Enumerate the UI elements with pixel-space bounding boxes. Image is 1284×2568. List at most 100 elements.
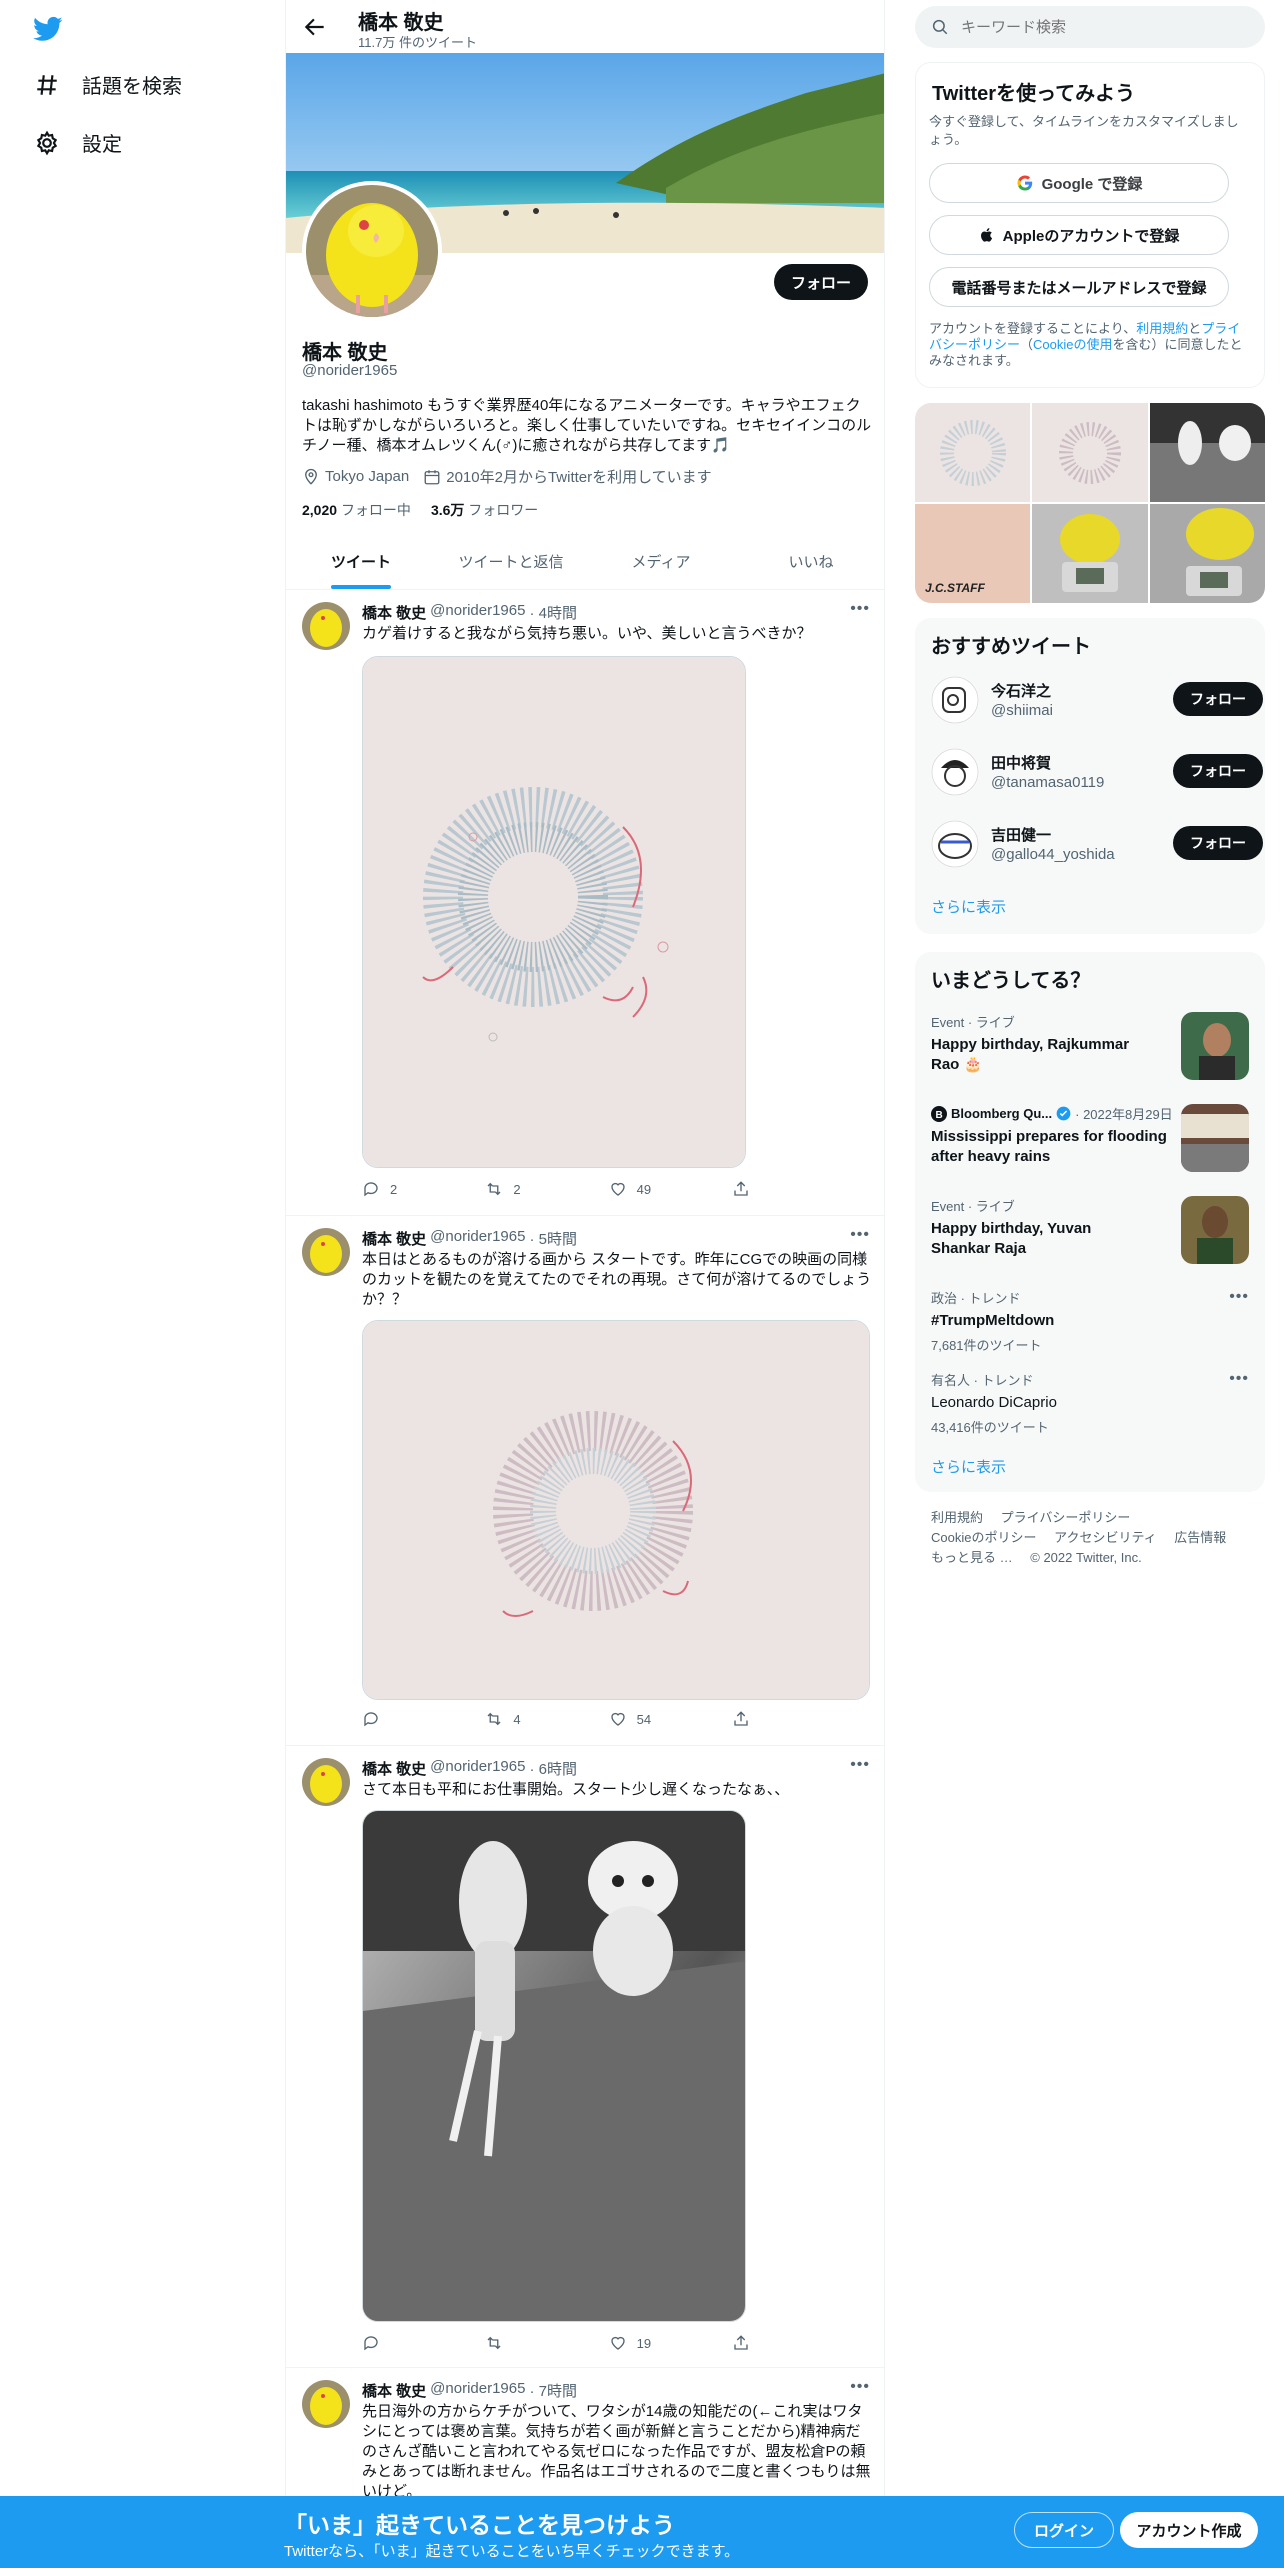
followers-link[interactable]: 3.6万 フォロワー (431, 500, 538, 520)
recommended-show-more[interactable]: さらに表示 (931, 896, 1006, 917)
tab-tweets-replies[interactable]: ツイートと返信 (436, 537, 586, 589)
retweet-button[interactable]: 2 (485, 1180, 545, 1198)
trend-item[interactable]: B Bloomberg Qu... · 2022年8月29日 Mississip… (931, 1104, 1249, 1184)
avatar[interactable] (302, 1228, 350, 1276)
more-icon[interactable]: ••• (850, 1756, 870, 1774)
avatar[interactable] (302, 602, 350, 650)
nav-explore[interactable]: 話題を検索 (34, 70, 182, 99)
reply-button[interactable] (362, 1710, 422, 1728)
tweet-1[interactable]: 橋本 敬史 @norider1965 · 4時間 ••• カゲ着けすると我ながら… (286, 590, 884, 1216)
follow-button[interactable]: フォロー (1173, 826, 1263, 860)
more-icon[interactable]: ••• (1229, 1370, 1249, 1388)
footer-privacy[interactable]: プライバシーポリシー (1001, 1510, 1131, 1525)
recommended-user[interactable]: 今石洋之 @shiimai フォロー (931, 672, 1263, 728)
like-button[interactable]: 49 (609, 1180, 669, 1198)
tweet-author[interactable]: 橋本 敬史 (362, 1758, 426, 1779)
more-icon[interactable]: ••• (850, 1226, 870, 1244)
tweet-image[interactable] (362, 1320, 870, 1700)
retweet-button[interactable] (485, 2334, 545, 2352)
media-thumb[interactable] (1149, 504, 1265, 603)
tweet-3[interactable]: 橋本 敬史 @norider1965 · 6時間 ••• さて本日も平和にお仕事… (286, 1746, 884, 2368)
profile-location-text: Tokyo Japan (325, 468, 410, 485)
google-signup-button[interactable]: Google で登録 (929, 163, 1229, 203)
footer-cookie[interactable]: Cookieのポリシー (931, 1530, 1036, 1545)
follow-button[interactable]: フォロー (1173, 682, 1263, 716)
tweet-image[interactable] (362, 1810, 746, 2322)
avatar[interactable] (931, 748, 979, 796)
recommended-user[interactable]: 田中将賀 @tanamasa0119 フォロー (931, 744, 1263, 800)
more-icon[interactable]: ••• (1229, 1288, 1249, 1306)
apple-signup-button[interactable]: Appleのアカウントで登録 (929, 215, 1229, 255)
tweet-author[interactable]: 橋本 敬史 (362, 602, 426, 623)
avatar[interactable] (931, 676, 979, 724)
recommended-name: 吉田健一 (991, 827, 1052, 844)
share-button[interactable] (732, 1710, 792, 1728)
tweet-actions: 2 2 49 (362, 1180, 792, 1198)
profile-location: Tokyo Japan (302, 468, 409, 486)
tab-likes[interactable]: いいね (736, 537, 884, 589)
more-icon[interactable]: ••• (850, 2378, 870, 2396)
tweet-2[interactable]: 橋本 敬史 @norider1965 · 5時間 ••• 本日はとあるものが溶け… (286, 1216, 884, 1746)
search-input[interactable] (961, 18, 1241, 36)
location-pin-icon (305, 468, 317, 485)
footer-more[interactable]: もっと見る … (931, 1550, 1013, 1565)
avatar[interactable] (931, 820, 979, 868)
trend-title: #TrumpMeltdown (931, 1312, 1055, 1329)
recommended-user[interactable]: 吉田健一 @gallo44_yoshida フォロー (931, 816, 1263, 872)
tweet-time[interactable]: · 5時間 (529, 1228, 577, 1249)
cookie-link[interactable]: Cookieの使用 (1033, 337, 1112, 352)
follow-button[interactable]: フォロー (774, 264, 868, 300)
media-thumb[interactable] (1032, 504, 1148, 603)
trend-item[interactable]: Event · ライブ Happy birthday, Rajkummar Ra… (931, 1012, 1249, 1092)
retweet-button[interactable]: 4 (485, 1710, 545, 1728)
share-icon (734, 1711, 748, 1726)
tweet-time[interactable]: · 4時間 (529, 602, 577, 623)
verified-badge-icon (1056, 1106, 1071, 1121)
trend-item[interactable]: 政治 · トレンド #TrumpMeltdown 7,681件のツイート ••• (931, 1288, 1249, 1358)
like-button[interactable]: 19 (609, 2334, 669, 2352)
recommended-handle: @gallo44_yoshida (991, 846, 1115, 863)
back-arrow-icon[interactable] (302, 14, 328, 40)
media-thumb[interactable] (1032, 403, 1148, 502)
footer-terms[interactable]: 利用規約 (931, 1510, 983, 1525)
bottom-bar-title: 「いま」起きていることを見つけよう (284, 2512, 675, 2538)
search-box[interactable] (915, 6, 1265, 48)
terms-link[interactable]: 利用規約 (1136, 321, 1188, 336)
media-thumb[interactable] (1149, 403, 1265, 502)
trend-image[interactable] (1181, 1104, 1249, 1172)
more-icon[interactable]: ••• (850, 600, 870, 618)
nav-settings[interactable]: 設定 (34, 128, 122, 157)
tweet-time[interactable]: · 7時間 (529, 2380, 577, 2401)
trend-item[interactable]: 有名人 · トレンド Leonardo DiCaprio 43,416件のツイー… (931, 1370, 1249, 1440)
tab-tweets[interactable]: ツイート (286, 537, 436, 589)
signup-button[interactable]: アカウント作成 (1120, 2512, 1258, 2548)
avatar[interactable] (302, 1758, 350, 1806)
twitter-bird-icon[interactable] (32, 14, 64, 44)
profile-avatar[interactable] (302, 181, 442, 321)
follow-button[interactable]: フォロー (1173, 754, 1263, 788)
login-button[interactable]: ログイン (1014, 2512, 1114, 2548)
tab-media[interactable]: メディア (586, 537, 736, 589)
media-thumb[interactable] (915, 403, 1031, 502)
tweet-image[interactable] (362, 656, 746, 1168)
share-button[interactable] (732, 1180, 792, 1198)
trend-image[interactable] (1181, 1012, 1249, 1080)
reply-button[interactable]: 2 (362, 1180, 422, 1198)
trend-item[interactable]: Event · ライブ Happy birthday, Yuvan Shanka… (931, 1196, 1249, 1276)
share-button[interactable] (732, 2334, 792, 2352)
trend-image[interactable] (1181, 1196, 1249, 1264)
footer-accessibility[interactable]: アクセシビリティ (1054, 1530, 1157, 1545)
tweet-author[interactable]: 橋本 敬史 (362, 1228, 426, 1249)
following-count: 2,020 (302, 502, 338, 518)
like-button[interactable]: 54 (609, 1710, 669, 1728)
footer-ads[interactable]: 広告情報 (1174, 1530, 1226, 1545)
profile-joined-text: 2010年2月からTwitterを利用しています (446, 469, 712, 486)
trends-show-more[interactable]: さらに表示 (931, 1456, 1006, 1477)
tweet-author[interactable]: 橋本 敬史 (362, 2380, 426, 2401)
avatar[interactable] (302, 2380, 350, 2428)
tweet-time[interactable]: · 6時間 (529, 1758, 577, 1779)
media-thumb[interactable]: J.C.STAFF (915, 504, 1031, 603)
reply-button[interactable] (362, 2334, 422, 2352)
phone-email-signup-button[interactable]: 電話番号またはメールアドレスで登録 (929, 267, 1229, 307)
following-link[interactable]: 2,020 フォロー中 (302, 500, 411, 520)
